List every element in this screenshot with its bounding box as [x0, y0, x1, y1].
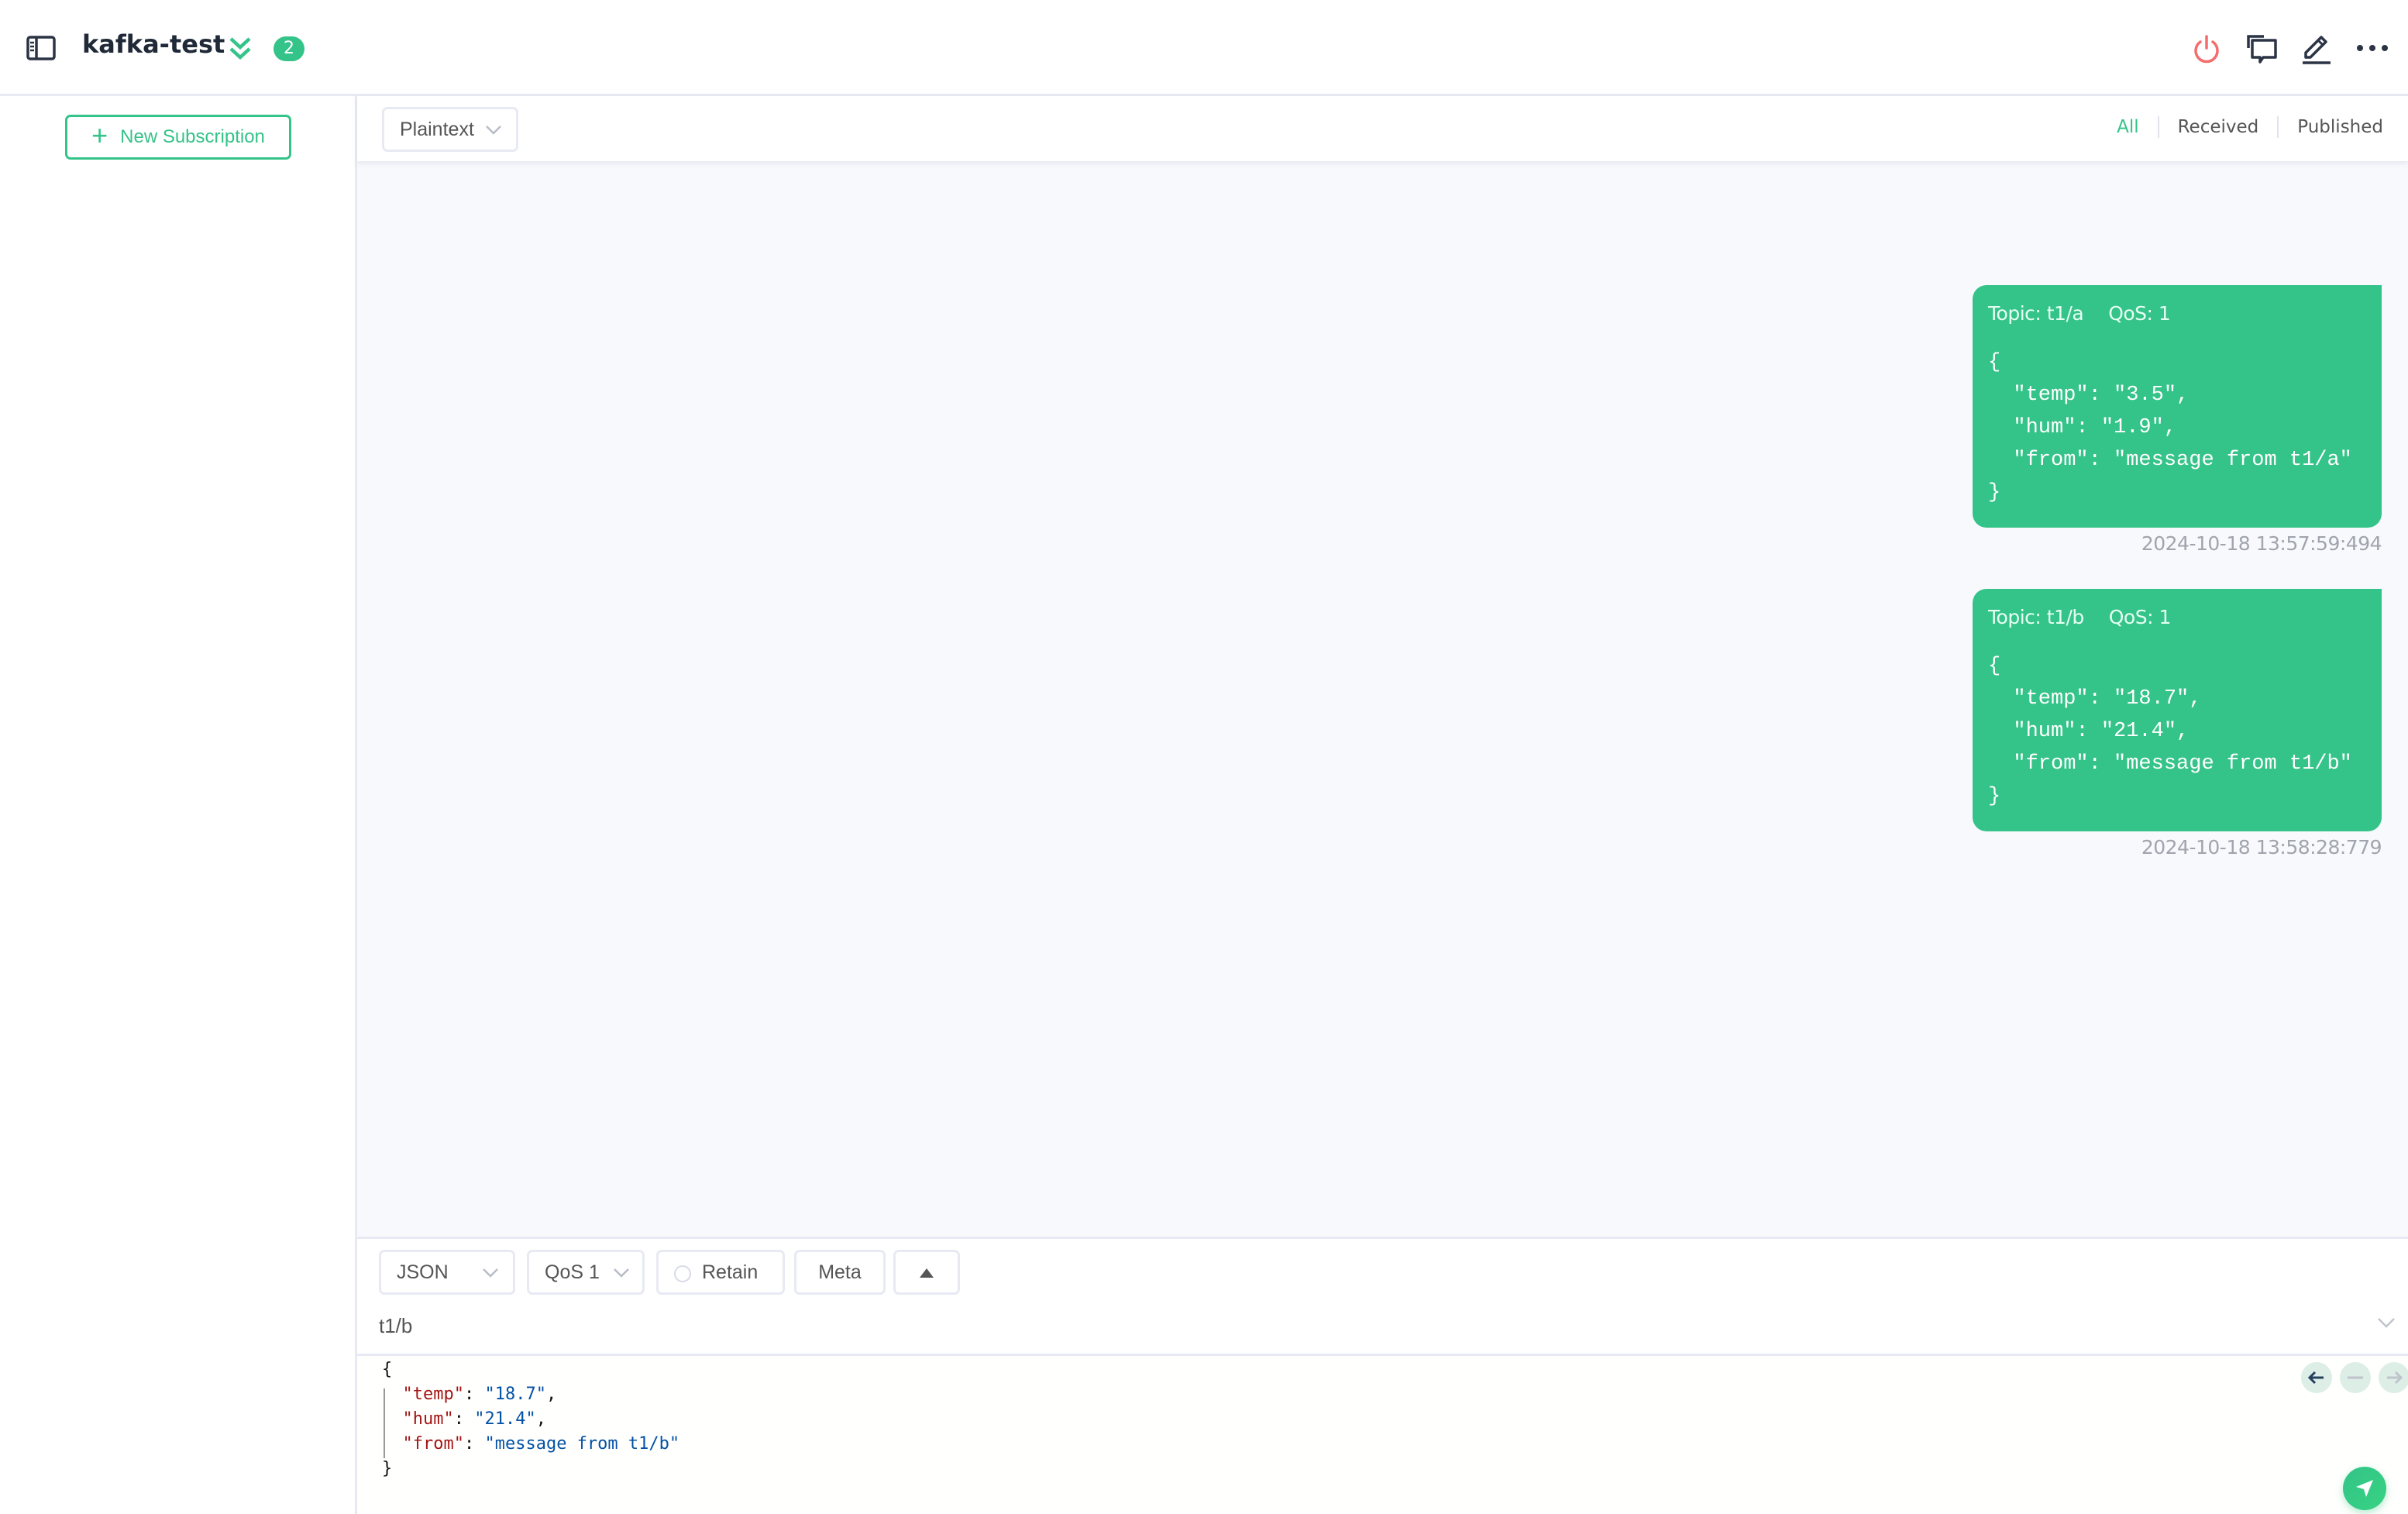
sidebar-toggle-icon[interactable]: [26, 36, 56, 60]
collapse-icon[interactable]: [226, 36, 254, 62]
meta-button[interactable]: Meta: [794, 1250, 886, 1295]
message-meta: Topic: t1/a QoS: 1: [1988, 302, 2366, 325]
new-subscription-label: New Subscription: [120, 126, 265, 147]
chevron-down-icon: [613, 1265, 630, 1287]
json-punct: ,: [535, 1409, 546, 1429]
caret-up-icon: [919, 1261, 934, 1284]
json-key: "hum": [402, 1409, 454, 1429]
history-back-button[interactable]: [2301, 1362, 2332, 1393]
chevron-down-icon: [485, 122, 502, 144]
subscriptions-sidebar: + New Subscription: [0, 96, 357, 1514]
json-value: "21.4": [474, 1409, 536, 1429]
message-filter-tabs: All Received Published: [2117, 116, 2383, 138]
payload-format-value: Plaintext: [400, 118, 474, 140]
message-count-badge: 2: [273, 36, 304, 61]
json-open-brace: {: [382, 1360, 393, 1379]
json-value: "message from t1/b": [484, 1434, 680, 1454]
json-value: "18.7": [484, 1385, 546, 1404]
divider: [2157, 116, 2159, 138]
publish-panel: JSON QoS 1 Retain Meta t1/b {"temp": "1…: [357, 1237, 2408, 1514]
message-topic: Topic: t1/a: [1988, 302, 2084, 325]
message-bubble[interactable]: Topic: t1/a QoS: 1 { "temp": "3.5", "hum"…: [1973, 285, 2382, 528]
json-close-brace: }: [382, 1459, 393, 1478]
payload-code[interactable]: { "temp": "18.7", "hum": "21.4", "from":…: [382, 1357, 679, 1481]
new-subscription-button[interactable]: + New Subscription: [65, 115, 291, 160]
more-icon[interactable]: [2354, 29, 2391, 68]
filter-all[interactable]: All: [2117, 117, 2139, 137]
message-timestamp: 2024-10-18 13:57:59:494: [2141, 532, 2382, 555]
message-item: Topic: t1/a QoS: 1 { "temp": "3.5", "hum"…: [1973, 285, 2382, 555]
message-timestamp: 2024-10-18 13:58:28:779: [2141, 836, 2382, 859]
send-icon: [2356, 1480, 2373, 1497]
filter-received[interactable]: Received: [2178, 117, 2259, 137]
publish-format-select[interactable]: JSON: [379, 1250, 515, 1295]
retain-label: Retain: [702, 1261, 759, 1283]
retain-radio[interactable]: [674, 1265, 691, 1282]
edit-icon[interactable]: [2296, 29, 2334, 68]
divider: [2277, 116, 2279, 138]
disconnect-icon[interactable]: [2188, 29, 2225, 68]
retain-toggle[interactable]: Retain: [656, 1250, 785, 1295]
history-reset-button[interactable]: [2340, 1362, 2371, 1393]
message-topic: Topic: t1/b: [1988, 606, 2084, 628]
message-item: Topic: t1/b QoS: 1 { "temp": "18.7", "hum…: [1973, 589, 2382, 859]
payload-format-select[interactable]: Plaintext: [382, 107, 518, 152]
expand-publish-button[interactable]: [893, 1250, 960, 1295]
qos-value: QoS 1: [545, 1261, 600, 1283]
message-meta: Topic: t1/b QoS: 1: [1988, 606, 2366, 628]
plus-icon: +: [91, 119, 108, 151]
filter-published[interactable]: Published: [2297, 117, 2383, 137]
main-panel: Plaintext All Received Published Topic: …: [357, 96, 2408, 1514]
send-button[interactable]: [2343, 1467, 2386, 1510]
history-forward-button[interactable]: [2379, 1362, 2408, 1393]
messages-toolbar: Plaintext All Received Published: [357, 96, 2408, 161]
payload-editor[interactable]: { "temp": "18.7", "hum": "21.4", "from":…: [357, 1356, 2408, 1514]
json-key: "from": [402, 1434, 464, 1454]
json-key: "temp": [402, 1385, 464, 1404]
indent-guide: [384, 1388, 385, 1458]
qos-select[interactable]: QoS 1: [527, 1250, 645, 1295]
connection-header: kafka-test 2: [0, 0, 2408, 96]
publish-topic-input[interactable]: [379, 1302, 2378, 1349]
json-punct: ,: [545, 1385, 557, 1404]
topic-history-chevron-icon[interactable]: [2377, 1316, 2396, 1332]
message-qos: QoS: 1: [2108, 302, 2171, 325]
message-payload: { "temp": "3.5", "hum": "1.9", "from": "…: [1988, 351, 2352, 504]
message-payload: { "temp": "18.7", "hum": "21.4", "from":…: [1988, 655, 2352, 808]
chevron-down-icon: [482, 1265, 499, 1287]
new-window-icon[interactable]: [2242, 29, 2279, 68]
meta-label: Meta: [818, 1261, 862, 1283]
publish-format-value: JSON: [397, 1261, 449, 1283]
message-bubble[interactable]: Topic: t1/b QoS: 1 { "temp": "18.7", "hum…: [1973, 589, 2382, 831]
message-list[interactable]: Topic: t1/a QoS: 1 { "temp": "3.5", "hum"…: [357, 161, 2408, 1237]
message-qos: QoS: 1: [2108, 606, 2172, 628]
connection-title: kafka-test: [82, 29, 225, 59]
